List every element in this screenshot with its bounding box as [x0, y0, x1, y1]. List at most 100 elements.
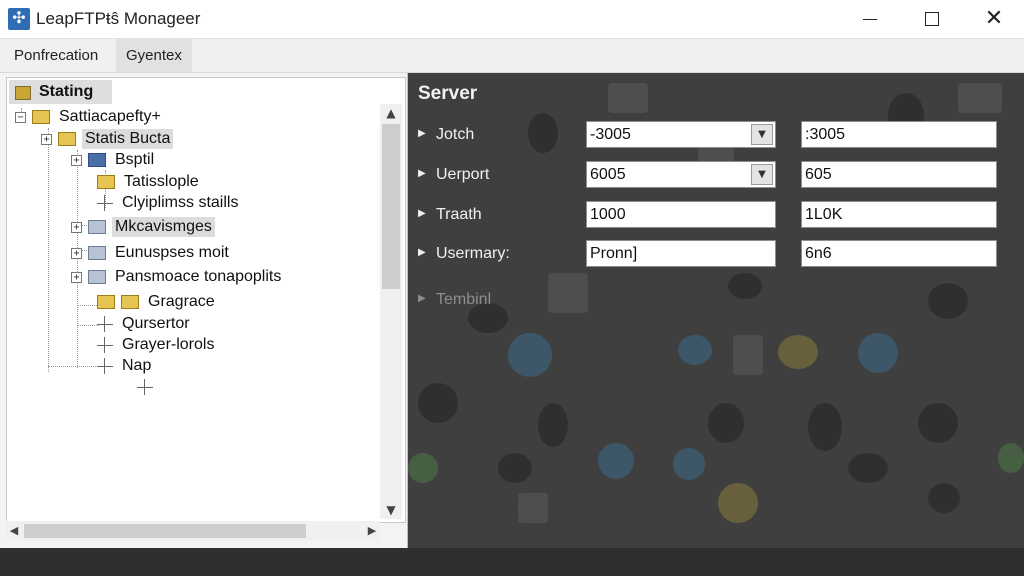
maximize-button[interactable] [904, 0, 960, 38]
status-bar [0, 548, 1024, 576]
expand-arrow-icon[interactable]: ▶ [418, 208, 426, 219]
tree-node[interactable]: + Bsptil [71, 149, 157, 171]
tree-header[interactable]: Stating [9, 80, 112, 104]
tree-node[interactable]: Gragrace [97, 291, 218, 313]
property-field[interactable]: 605 [801, 161, 997, 188]
property-combo[interactable]: 6005 ▼ [586, 161, 776, 188]
leaf-connector-icon [137, 379, 153, 395]
property-field[interactable]: 1L0K [801, 201, 997, 228]
menu-bar: Ponfrecation Gyentex [0, 39, 1024, 73]
field-value: 6n6 [805, 245, 832, 262]
leaf-connector-icon [97, 337, 113, 353]
combo-value: 6005 [590, 166, 626, 183]
tree-leaf-stub [137, 376, 157, 398]
expand-arrow-icon[interactable]: ▶ [418, 128, 426, 139]
tree-horizontal-scrollbar[interactable]: ◀ ▶ [6, 521, 380, 541]
leaf-connector-icon [97, 195, 113, 211]
title-bar: ✣ LeapFTPŧŝ Monageer ✕ [0, 0, 1024, 39]
folder-icon [32, 110, 50, 124]
expand-icon[interactable]: + [71, 221, 82, 233]
expand-icon[interactable]: + [71, 154, 82, 166]
folder-icon [97, 295, 115, 309]
property-field[interactable]: 6n6 [801, 240, 997, 267]
field-value: 1L0K [805, 206, 843, 223]
menu-item-gyentex[interactable]: Gyentex [116, 39, 192, 72]
field-value: 605 [805, 166, 832, 183]
combo-value: -3005 [590, 126, 631, 143]
tree-node-label: Qursertor [122, 315, 190, 332]
minimize-icon [863, 18, 877, 20]
scroll-up-icon[interactable]: ▲ [380, 104, 402, 122]
properties-pane: Server ▶ Jotch -3005 ▼ :3005 ▶ Uerport 6… [408, 73, 1024, 548]
tree-node-label: Statis Bucta [82, 129, 174, 149]
tree-node[interactable]: Nap [97, 355, 154, 377]
folder-icon [97, 175, 115, 189]
tree-node[interactable]: − Sattiacapefty+ [15, 106, 164, 128]
tree-node-label: Gragrace [148, 293, 215, 310]
folder-tree: Stating − Sattiacapefty+ + Statis Bucta … [6, 77, 406, 523]
tree-node[interactable]: + Pansmoace tonapoplits [71, 266, 284, 288]
folder-icon [88, 220, 106, 234]
scroll-right-icon[interactable]: ▶ [364, 521, 380, 541]
tree-node-label: Eunuspses moit [115, 244, 229, 261]
tree-header-label: Stating [39, 83, 94, 100]
folder-icon [88, 246, 106, 260]
scrollbar-thumb[interactable] [382, 124, 400, 289]
scrollbar-thumb[interactable] [24, 524, 306, 538]
tree-node-label: Bsptil [115, 151, 155, 168]
expand-icon[interactable]: + [71, 247, 82, 259]
close-icon: ✕ [984, 6, 1004, 31]
field-value: :3005 [805, 126, 846, 143]
chevron-down-icon[interactable]: ▼ [751, 164, 773, 185]
property-combo[interactable]: -3005 ▼ [586, 121, 776, 148]
leaf-connector-icon [97, 358, 113, 374]
tree-node-label: Sattiacapefty+ [59, 108, 161, 125]
expand-icon[interactable]: + [71, 271, 82, 283]
tree-node[interactable]: + Mkcavismges [71, 216, 215, 238]
minimize-button[interactable] [842, 0, 898, 38]
tree-node[interactable]: + Statis Bucta [41, 128, 174, 150]
tree-node[interactable]: Tatisslople [97, 171, 202, 193]
tree-node-label: Nap [122, 357, 152, 374]
property-label: Jotch [436, 126, 475, 143]
expand-arrow-icon: ▶ [418, 293, 426, 304]
scroll-down-icon[interactable]: ▼ [380, 501, 402, 519]
maximize-icon [925, 12, 939, 26]
tree-node-label: Pansmoace tonapoplits [115, 268, 282, 285]
menu-item-ponfrecation[interactable]: Ponfrecation [4, 39, 108, 72]
property-label: Usermary: [436, 245, 510, 262]
field-value: 1000 [590, 206, 626, 223]
tree-root-icon [15, 86, 31, 100]
tree-node-label: Grayer-lorols [122, 336, 215, 353]
property-field[interactable]: :3005 [801, 121, 997, 148]
tree-node[interactable]: Grayer-lorols [97, 334, 217, 356]
chevron-down-icon[interactable]: ▼ [751, 124, 773, 145]
property-field[interactable]: 1000 [586, 201, 776, 228]
window-title: LeapFTPŧŝ Monageer [36, 9, 201, 28]
app-logo-icon: ✣ [8, 8, 30, 30]
folder-icon [88, 270, 106, 284]
property-field[interactable]: Pronn] [586, 240, 776, 267]
tree-node[interactable]: Qursertor [97, 313, 193, 335]
property-label: Uerport [436, 166, 490, 183]
property-label: Traath [436, 206, 482, 223]
folder-icon [88, 153, 106, 167]
tree-node[interactable]: + Eunuspses moit [71, 242, 232, 264]
tree-node[interactable]: Clyiplimss staills [97, 192, 241, 214]
expand-arrow-icon[interactable]: ▶ [418, 168, 426, 179]
section-title: Server [418, 83, 478, 104]
collapse-icon[interactable]: − [15, 111, 26, 123]
folder-icon [121, 295, 139, 309]
scroll-left-icon[interactable]: ◀ [6, 521, 22, 541]
leaf-connector-icon [97, 316, 113, 332]
left-pane: Stating − Sattiacapefty+ + Statis Bucta … [0, 73, 408, 548]
tree-vertical-scrollbar[interactable]: ▲ ▼ [380, 104, 402, 519]
close-button[interactable]: ✕ [966, 0, 1022, 38]
tree-node-label: Tatisslople [124, 173, 199, 190]
expand-icon[interactable]: + [41, 133, 52, 145]
tree-node-label: Clyiplimss staills [122, 194, 239, 211]
tree-node-label: Mkcavismges [112, 217, 215, 237]
expand-arrow-icon[interactable]: ▶ [418, 247, 426, 258]
property-label: Tembinl [436, 291, 492, 308]
folder-icon [58, 132, 76, 146]
